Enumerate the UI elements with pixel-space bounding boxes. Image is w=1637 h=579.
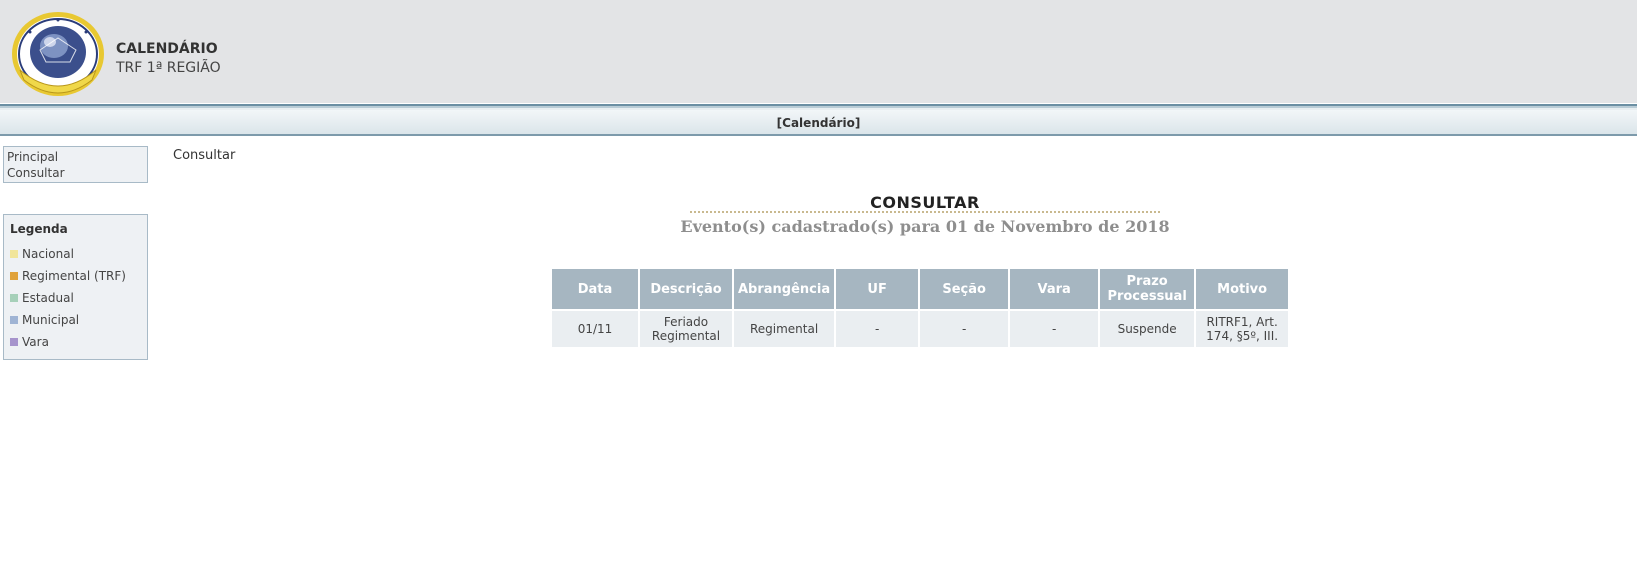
page-subtitle: Evento(s) cadastrado(s) para 01 de Novem… [680,217,1170,236]
cell-prazo-processual: Suspende [1100,311,1195,347]
page: CALENDÁRIO TRF 1ª REGIÃO [Calendário] Pr… [0,0,1637,579]
page-title: CONSULTAR [870,193,980,212]
legend-item-vara: Vara [10,331,147,353]
cell-uf: - [836,311,919,347]
legend-swatch [10,272,18,280]
column-header-data: Data [552,269,638,309]
table-header-row: Data Descrição Abrangência UF Seção Vara… [552,269,1289,309]
column-header-descricao: Descrição [640,269,732,309]
title-divider [690,211,1160,213]
cell-motivo: RITRF1, Art. 174, §5º, III. [1196,311,1289,347]
sidebar-menu: Principal Consultar [3,146,148,183]
legend-swatch [10,250,18,258]
cell-vara: - [1010,311,1099,347]
header-divider [0,103,1637,110]
legend-swatch [10,338,18,346]
legend-label: Estadual [22,291,74,305]
legend-item-regimental: Regimental (TRF) [10,265,147,287]
cell-descricao: Feriado Regimental [640,311,732,347]
legend-label: Municipal [22,313,80,327]
sidebar-item-principal[interactable]: Principal [7,149,147,165]
app-subtitle: TRF 1ª REGIÃO [116,60,221,76]
table-row: 01/11 Feriado Regimental Regimental - - … [552,311,1289,347]
column-header-motivo: Motivo [1196,269,1289,309]
navbar-label: [Calendário] [776,116,861,130]
legend-label: Regimental (TRF) [22,269,126,283]
events-table: Data Descrição Abrangência UF Seção Vara… [550,267,1290,349]
legend-title: Legenda [10,222,68,236]
legend-item-municipal: Municipal [10,309,147,331]
header: CALENDÁRIO TRF 1ª REGIÃO [0,0,1637,103]
cell-secao: - [920,311,1009,347]
legend-label: Nacional [22,247,74,261]
legend-item-nacional: Nacional [10,243,147,265]
legend-label: Vara [22,335,49,349]
court-seal-icon [12,12,104,96]
app-title: CALENDÁRIO [116,41,218,57]
legend-item-estadual: Estadual [10,287,147,309]
legend-swatch [10,316,18,324]
column-header-prazo-processual: Prazo Processual [1100,269,1195,309]
navbar: [Calendário] [0,110,1637,136]
legend-swatch [10,294,18,302]
breadcrumb: Consultar [173,148,236,163]
column-header-vara: Vara [1010,269,1099,309]
cell-abrangencia: Regimental [734,311,835,347]
column-header-uf: UF [836,269,919,309]
column-header-abrangencia: Abrangência [734,269,835,309]
column-header-secao: Seção [920,269,1009,309]
cell-data: 01/11 [552,311,638,347]
sidebar-item-consultar[interactable]: Consultar [7,165,147,181]
legend-panel: Legenda Nacional Regimental (TRF) Estadu… [3,214,148,360]
